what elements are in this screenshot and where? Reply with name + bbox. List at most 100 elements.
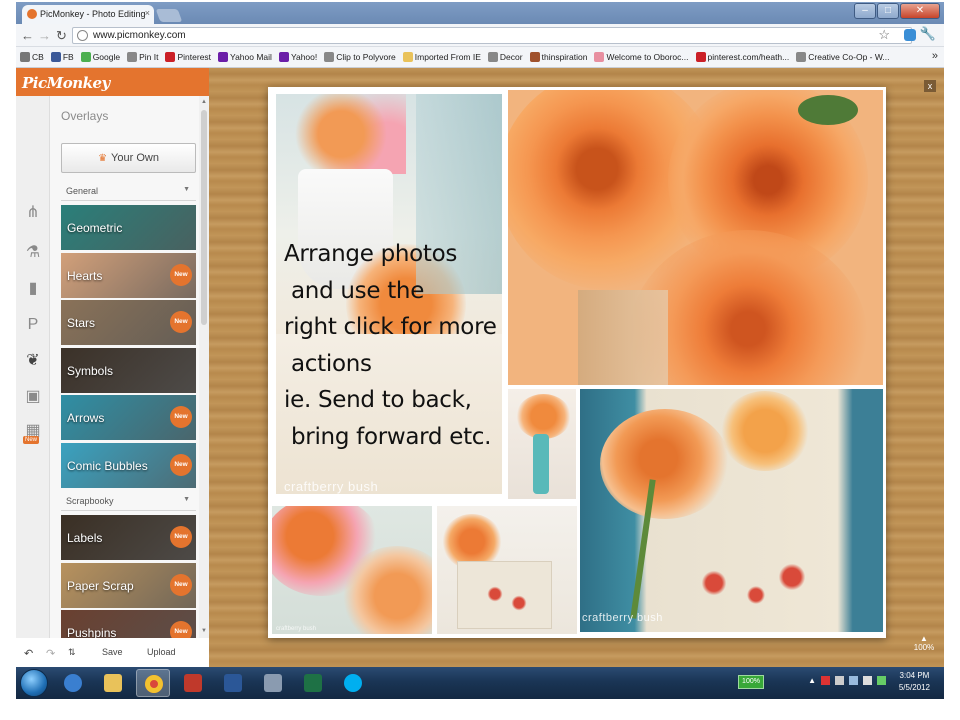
overlay-item-arrows[interactable]: Arrows New [61, 395, 196, 440]
your-own-button[interactable]: ♛ Your Own [61, 143, 196, 173]
overlay-item-label: Arrows [67, 411, 105, 425]
text-p-icon[interactable]: P [24, 316, 42, 334]
chrome-icon[interactable] [136, 669, 170, 697]
forward-arrow-icon[interactable]: → [38, 28, 51, 43]
volume-icon[interactable] [863, 676, 872, 685]
network-icon[interactable] [849, 676, 858, 685]
minimize-button[interactable]: – [854, 3, 876, 19]
tray-expand-icon[interactable]: ▲ [808, 676, 816, 685]
word-icon[interactable] [216, 669, 250, 697]
excel-icon[interactable] [296, 669, 330, 697]
skype-icon[interactable] [336, 669, 370, 697]
bookmark-item[interactable]: CB [20, 52, 44, 62]
effects-flask-icon[interactable]: ⚗ [24, 244, 42, 262]
touch-up-lipstick-icon[interactable]: ▮ [24, 280, 42, 298]
photo-rose-card[interactable] [437, 506, 577, 634]
instruction-line: ie. Send to back, [284, 387, 472, 413]
section-general[interactable]: General ▼ [61, 181, 196, 201]
overlay-item-label: Paper Scrap [67, 579, 134, 593]
photo-orange-roses[interactable] [508, 90, 883, 385]
internet-explorer-icon[interactable] [56, 669, 90, 697]
bookmarks-more-icon[interactable]: » [932, 50, 938, 62]
maximize-button[interactable]: □ [877, 3, 899, 19]
bookmark-item[interactable]: Pinterest [165, 52, 211, 62]
photo-flower-pouch[interactable]: craftberry bush [580, 389, 883, 632]
save-button[interactable]: Save [102, 647, 123, 657]
battery-indicator[interactable]: 100% [738, 675, 764, 689]
overlay-item-paper-scrap[interactable]: Paper Scrap New [61, 563, 196, 608]
scrollbar-thumb[interactable] [201, 110, 207, 325]
bookmark-icon [80, 52, 91, 62]
overlay-item-hearts[interactable]: Hearts New [61, 253, 196, 298]
browser-toolbar: ← → ↻ www.picmonkey.com ☆ 🔧 [16, 24, 944, 47]
clock[interactable]: 3:04 PM 5/5/2012 [899, 670, 930, 694]
media-app-icon[interactable] [176, 669, 210, 697]
bookmark-item[interactable]: pinterest.com/heath... [695, 52, 789, 62]
tab-close-icon[interactable]: × [145, 8, 150, 18]
layers-icon[interactable]: ⇅ [68, 647, 76, 658]
bookmark-item[interactable]: FB [50, 52, 74, 62]
wrench-menu-icon[interactable]: 🔧 [920, 26, 936, 42]
bookmark-icon [695, 52, 706, 62]
bookmark-item[interactable]: Clip to Polyvore [324, 52, 396, 62]
bookmark-item[interactable]: Yahoo! [278, 52, 317, 62]
redo-icon[interactable]: ↷ [46, 647, 55, 660]
overlay-item-comic-bubbles[interactable]: Comic Bubbles New [61, 443, 196, 488]
bookmark-label: Creative Co-Op - W... [808, 52, 890, 62]
start-button[interactable] [20, 669, 48, 697]
address-bar[interactable]: www.picmonkey.com [72, 27, 912, 44]
picmonkey-favicon-icon [27, 9, 37, 19]
picmonkey-logo[interactable]: PicMonkey [22, 74, 110, 92]
overlay-item-label: Stars [67, 316, 96, 330]
overlay-item-label: Pushpins [67, 626, 117, 638]
bookmark-label: CB [32, 52, 44, 62]
close-editor-button[interactable]: x [924, 80, 936, 92]
upload-button[interactable]: Upload [147, 647, 176, 657]
file-explorer-icon[interactable] [96, 669, 130, 697]
panel-scrollbar[interactable]: ▲ ▼ [199, 96, 209, 638]
bookmark-item[interactable]: Yahoo Mail [218, 52, 272, 62]
overlay-item-symbols[interactable]: Symbols [61, 348, 196, 393]
extension-icon[interactable] [904, 29, 916, 41]
bookmark-item[interactable]: Welcome to Oboroc... [594, 52, 689, 62]
panel-title: Overlays [61, 109, 109, 123]
overlay-item-labels[interactable]: Labels New [61, 515, 196, 560]
bookmark-label: Imported From IE [414, 52, 481, 62]
photo-rose-bunch[interactable]: craftberry bush [272, 506, 432, 634]
bookmark-item[interactable]: Decor [487, 52, 523, 62]
collage-tool-icon[interactable]: ⋔ [24, 204, 42, 222]
overlay-item-geometric[interactable]: Geometric [61, 205, 196, 250]
section-general-label: General [66, 186, 99, 196]
bookmark-icon [529, 52, 540, 62]
device-icon[interactable] [835, 676, 844, 685]
zoom-up-icon[interactable]: ▲ [910, 634, 938, 643]
new-badge: New [170, 311, 192, 333]
new-tab-button[interactable] [155, 9, 183, 22]
back-arrow-icon[interactable]: ← [21, 28, 34, 43]
collage-instruction-text[interactable]: Arrange photos and use the right click f… [284, 236, 524, 455]
bookmark-item[interactable]: thinspiration [529, 52, 587, 62]
overlay-item-stars[interactable]: Stars New [61, 300, 196, 345]
scroll-down-icon[interactable]: ▼ [201, 628, 207, 634]
bookmark-item[interactable]: Pin It [127, 52, 158, 62]
calculator-icon[interactable] [256, 669, 290, 697]
overlay-item-pushpins[interactable]: Pushpins New [61, 610, 196, 638]
bookmark-item[interactable]: Creative Co-Op - W... [796, 52, 890, 62]
bookmark-item[interactable]: Imported From IE [402, 52, 481, 62]
section-scrapbooky[interactable]: Scrapbooky ▼ [61, 491, 196, 511]
close-window-button[interactable]: ✕ [900, 3, 940, 19]
undo-icon[interactable]: ↶ [24, 647, 33, 660]
bookmark-star-icon[interactable]: ☆ [878, 27, 890, 43]
bookmark-icon [165, 52, 176, 62]
zoom-control[interactable]: ▲ 100% [910, 634, 938, 652]
browser-tab[interactable]: PicMonkey - Photo Editing × [22, 5, 154, 24]
security-icon[interactable] [877, 676, 886, 685]
bookmark-item[interactable]: Google [80, 52, 120, 62]
reload-icon[interactable]: ↻ [56, 28, 67, 44]
frames-icon[interactable]: ▣ [24, 388, 42, 406]
new-badge: New [170, 454, 192, 476]
page-icon [77, 30, 88, 41]
overlays-butterfly-icon[interactable]: ❦ [24, 352, 42, 370]
scroll-up-icon[interactable]: ▲ [201, 99, 207, 105]
action-center-flag-icon[interactable] [821, 676, 830, 685]
